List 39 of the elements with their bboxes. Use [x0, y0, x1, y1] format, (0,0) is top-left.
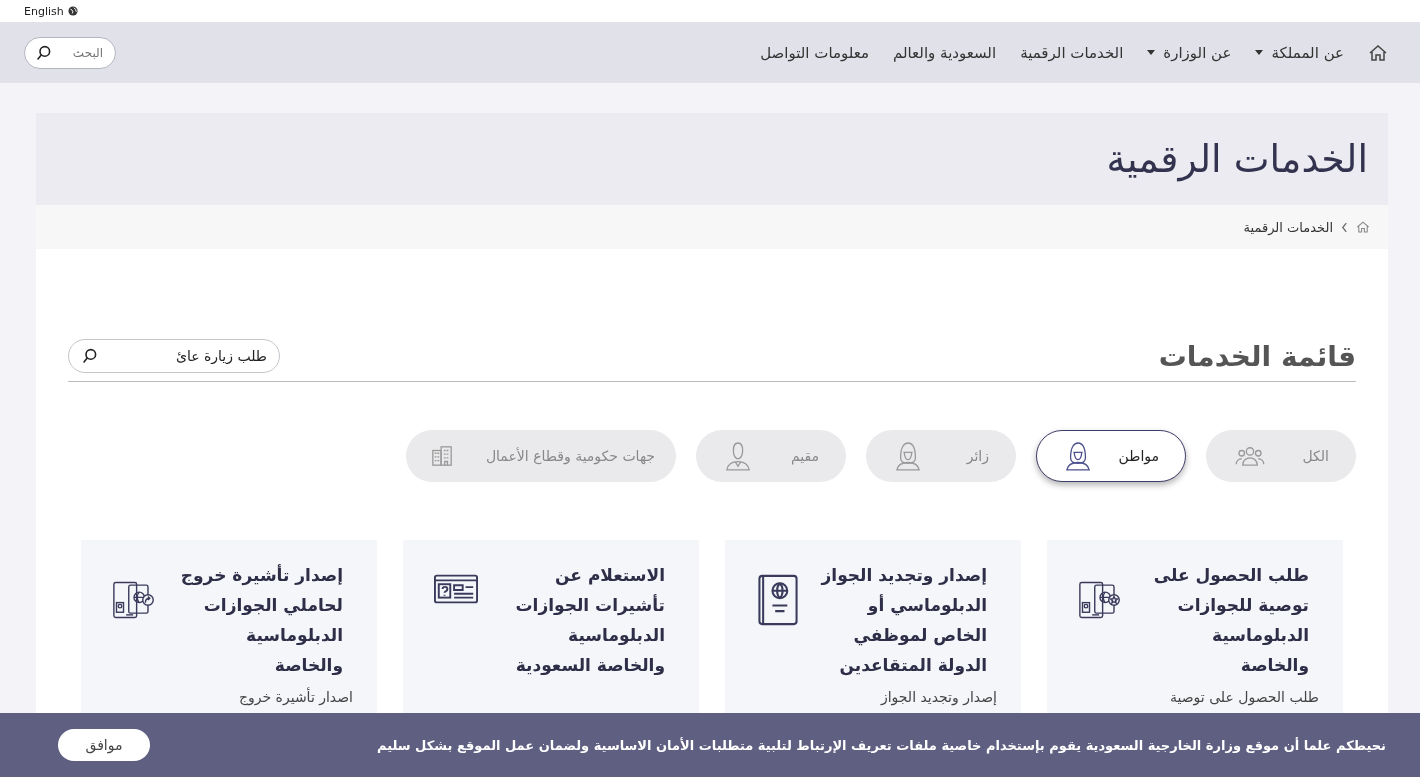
- accept-button[interactable]: موافق: [58, 729, 150, 761]
- breadcrumb-link[interactable]: الخدمات الرقمية: [1243, 219, 1333, 235]
- search-field[interactable]: طلب زيارة عائ: [68, 339, 280, 373]
- person-headscarf-icon: [895, 440, 921, 472]
- service-description: اصدار تأشيرة خروج: [237, 686, 353, 708]
- filter-tab[interactable]: مواطن: [1036, 430, 1186, 482]
- service-title: طلب الحصول على توصية للجوازات الدبلوماسية والخاصة: [1152, 564, 1310, 677]
- service-description: طلب الحصول على توصية: [1168, 688, 1319, 708]
- cookie-notice-text: نحيطكم علما أن موقع وزارة الخارجية السعودية يقوم بإستخدام خاصية ملفات تعريف الإرتباط لتلبية متطلبات الأمان الاساسية ولضمان عمل الموقع بشكل سليم: [376, 737, 1386, 753]
- nav-link[interactable]: الخدمات الرقمية: [1020, 43, 1124, 62]
- search-icon: [36, 44, 52, 61]
- id-card-icon: [434, 574, 478, 604]
- service-card[interactable]: الاستعلام عن تأشيرات الجوازات الدبلوماسية والخاصة السعودية: [403, 540, 699, 714]
- nav-link[interactable]: معلومات التواصل: [760, 43, 869, 62]
- service-card[interactable]: طلب الحصول على توصية للجوازات الدبلوماسية والخاصة طلب الحصول على توصية: [1047, 540, 1343, 714]
- globe-icon: [67, 6, 78, 16]
- home-icon[interactable]: [1356, 220, 1370, 234]
- service-title: إصدار وتجديد الجواز الدبلوماسي أو الخاص لموظفي الدولة المتقاعدين: [819, 564, 988, 678]
- people-icon: [1235, 445, 1265, 467]
- search-icon: [82, 348, 98, 364]
- person-icon: [725, 440, 751, 472]
- person-headscarf-icon: [1065, 440, 1091, 472]
- passport-icon: [757, 574, 799, 626]
- service-description: إصدار وتجديد الجواز: [879, 688, 997, 708]
- service-card[interactable]: إصدار تأشيرة خروج لحاملي الجوازات الدبلوماسية والخاصة اصدار تأشيرة خروج: [81, 540, 377, 714]
- language-link[interactable]: English: [24, 4, 64, 18]
- page-title: الخدمات الرقمية: [1106, 137, 1368, 181]
- search-field[interactable]: البحث: [24, 36, 116, 69]
- service-title: إصدار تأشيرة خروج لحاملي الجوازات الدبلوماسية والخاصة: [179, 563, 344, 677]
- service-title: الاستعلام عن تأشيرات الجوازات الدبلوماسية والخاصة السعودية: [514, 564, 666, 677]
- service-card[interactable]: إصدار وتجديد الجواز الدبلوماسي أو الخاص لموظفي الدولة المتقاعدين إصدار وتجديد الجواز: [725, 540, 1021, 714]
- nav-link[interactable]: السعودية والعالم: [893, 43, 997, 62]
- section-heading: قائمة الخدمات: [1158, 339, 1356, 373]
- home-icon[interactable]: [1368, 42, 1388, 63]
- caret-icon: [1255, 50, 1264, 55]
- chevron-icon: [1341, 221, 1348, 233]
- nav-link[interactable]: عن المملكة: [1255, 43, 1344, 62]
- nav-link[interactable]: عن الوزارة: [1147, 43, 1232, 62]
- caret-icon: [1147, 50, 1156, 55]
